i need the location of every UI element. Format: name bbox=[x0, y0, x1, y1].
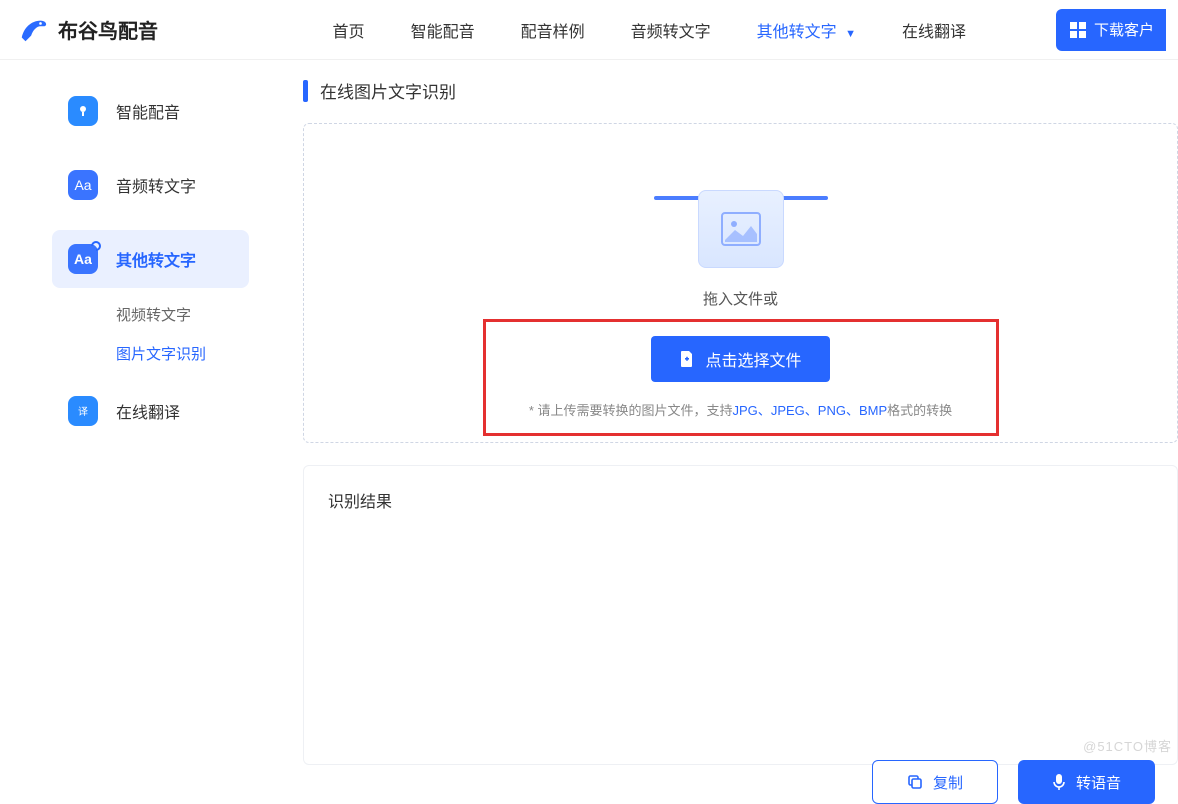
sidebar: 智能配音 Aa 音频转文字 Aa 其他转文字 视频转文字 图片文字识别 译 在线… bbox=[0, 74, 285, 765]
fmt-bmp: BMP bbox=[859, 403, 887, 418]
nav-other2text-label: 其他转文字 bbox=[757, 24, 837, 41]
sidebar-item-audio2text[interactable]: Aa 音频转文字 bbox=[52, 156, 249, 214]
title-accent-bar bbox=[303, 80, 308, 102]
microphone-icon bbox=[68, 96, 98, 126]
hint-prefix: * 请上传需要转换的图片文件，支持 bbox=[529, 403, 733, 418]
upload-dropzone[interactable]: 拖入文件或 点击选择文件 * 请上传需要转换的图片文件，支持JPG、JPEG、P… bbox=[303, 123, 1178, 443]
file-add-icon bbox=[679, 350, 695, 368]
to-speech-button[interactable]: 转语音 bbox=[1018, 760, 1155, 804]
to-speech-label: 转语音 bbox=[1076, 772, 1121, 793]
sep1: 、 bbox=[758, 403, 771, 418]
fmt-jpeg: JPEG bbox=[771, 403, 805, 418]
chevron-down-icon: ▼ bbox=[845, 28, 856, 40]
top-nav: 首页 智能配音 配音样例 音频转文字 其他转文字 ▼ 在线翻译 下载客户 bbox=[333, 9, 1166, 51]
brand-name: 布谷鸟配音 bbox=[58, 15, 158, 44]
windows-icon bbox=[1070, 22, 1086, 38]
copy-button[interactable]: 复制 bbox=[872, 760, 998, 804]
copy-label: 复制 bbox=[933, 772, 963, 793]
sidebar-item-tts[interactable]: 智能配音 bbox=[52, 82, 249, 140]
nav-tts[interactable]: 智能配音 bbox=[411, 18, 475, 42]
page-title-text: 在线图片文字识别 bbox=[320, 78, 456, 103]
microphone-icon bbox=[1052, 773, 1066, 791]
result-title: 识别结果 bbox=[328, 488, 1153, 512]
aa-convert-icon: Aa bbox=[68, 244, 98, 274]
logo[interactable]: 布谷鸟配音 bbox=[18, 15, 158, 45]
download-client-button[interactable]: 下载客户 bbox=[1056, 9, 1166, 51]
sidebar-audio2text-label: 音频转文字 bbox=[116, 173, 196, 197]
format-hint: * 请上传需要转换的图片文件，支持JPG、JPEG、PNG、BMP格式的转换 bbox=[529, 400, 952, 419]
sidebar-item-other2text[interactable]: Aa 其他转文字 bbox=[52, 230, 249, 288]
hint-suffix: 格式的转换 bbox=[887, 403, 952, 418]
choose-file-button[interactable]: 点击选择文件 bbox=[651, 336, 829, 382]
result-panel: 识别结果 复制 转语音 bbox=[303, 465, 1178, 765]
sidebar-tts-label: 智能配音 bbox=[116, 99, 180, 123]
svg-text:译: 译 bbox=[78, 406, 88, 418]
nav-other2text[interactable]: 其他转文字 ▼ bbox=[757, 18, 856, 42]
sidebar-sub-video2text[interactable]: 视频转文字 bbox=[52, 304, 249, 325]
aa-text-icon: Aa bbox=[68, 170, 98, 200]
sidebar-sub-image-ocr[interactable]: 图片文字识别 bbox=[52, 343, 249, 364]
bird-logo-icon bbox=[18, 15, 48, 45]
sidebar-translate-label: 在线翻译 bbox=[116, 399, 180, 423]
translate-icon: 译 bbox=[68, 396, 98, 426]
result-actions: 复制 转语音 bbox=[872, 760, 1155, 804]
page-title: 在线图片文字识别 bbox=[303, 78, 1178, 103]
sep2: 、 bbox=[805, 403, 818, 418]
sidebar-other2text-label: 其他转文字 bbox=[116, 247, 196, 271]
nav-translate[interactable]: 在线翻译 bbox=[902, 18, 966, 42]
copy-icon bbox=[907, 774, 923, 790]
image-frame-icon bbox=[698, 190, 784, 268]
drag-hint-text: 拖入文件或 bbox=[703, 288, 778, 309]
choose-file-label: 点击选择文件 bbox=[705, 347, 801, 371]
fmt-jpg: JPG bbox=[733, 403, 758, 418]
sep3: 、 bbox=[846, 403, 859, 418]
sidebar-item-translate[interactable]: 译 在线翻译 bbox=[52, 382, 249, 440]
nav-home[interactable]: 首页 bbox=[333, 18, 365, 42]
nav-samples[interactable]: 配音样例 bbox=[521, 18, 585, 42]
main-content: 在线图片文字识别 拖入文件或 bbox=[285, 74, 1178, 765]
body: 智能配音 Aa 音频转文字 Aa 其他转文字 视频转文字 图片文字识别 译 在线… bbox=[0, 60, 1178, 765]
upload-illustration bbox=[676, 158, 806, 268]
fmt-png: PNG bbox=[818, 403, 846, 418]
highlighted-region: 点击选择文件 * 请上传需要转换的图片文件，支持JPG、JPEG、PNG、BMP… bbox=[483, 319, 999, 436]
download-label: 下载客户 bbox=[1094, 19, 1154, 40]
nav-audio2text[interactable]: 音频转文字 bbox=[631, 18, 711, 42]
header: 布谷鸟配音 首页 智能配音 配音样例 音频转文字 其他转文字 ▼ 在线翻译 下载… bbox=[0, 0, 1178, 60]
watermark: @51CTO博客 bbox=[1083, 736, 1172, 755]
